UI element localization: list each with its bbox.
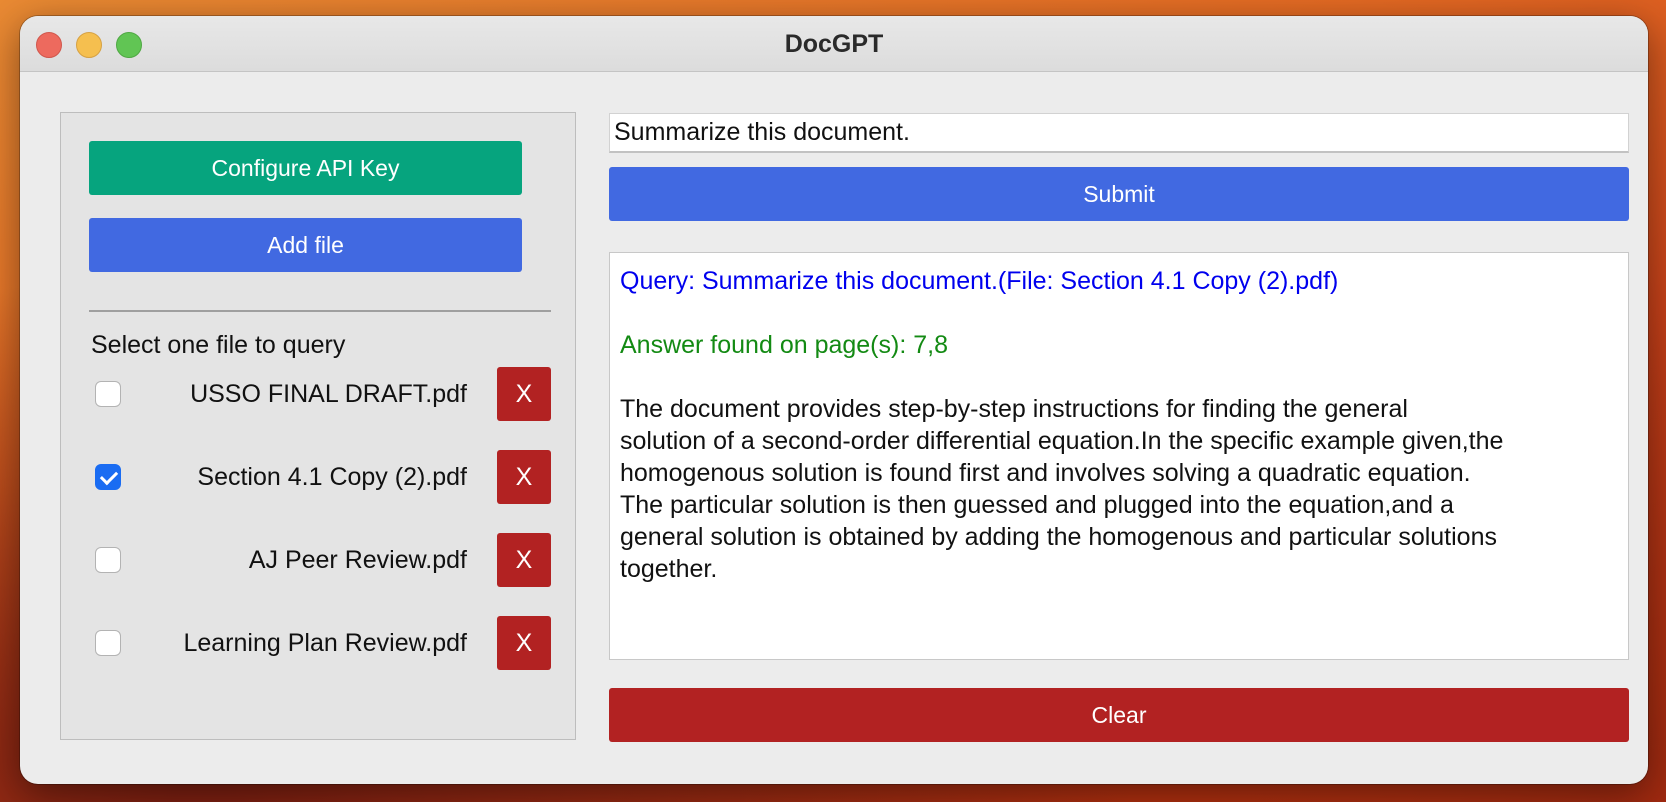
remove-file-button[interactable]: X xyxy=(497,616,551,670)
answer-line: The document provides step-by-step instr… xyxy=(620,395,1408,423)
file-checkbox[interactable] xyxy=(95,464,121,490)
select-file-label: Select one file to query xyxy=(91,331,346,359)
query-echo: Query: Summarize this document.(File: Se… xyxy=(620,267,1339,295)
file-checkbox[interactable] xyxy=(95,630,121,656)
answer-line: together. xyxy=(620,555,718,583)
file-row: Section 4.1 Copy (2).pdf X xyxy=(61,450,577,506)
answer-line: The particular solution is then guessed … xyxy=(620,491,1454,519)
clear-button[interactable]: Clear xyxy=(609,688,1629,742)
file-row: AJ Peer Review.pdf X xyxy=(61,533,577,589)
answer-line: solution of a second-order differential … xyxy=(620,427,1504,455)
file-panel: Configure API Key Add file Select one fi… xyxy=(60,112,576,740)
answer-line: homogenous solution is found first and i… xyxy=(620,459,1471,487)
query-input[interactable] xyxy=(609,113,1629,153)
answer-text: The document provides step-by-step instr… xyxy=(620,393,1618,585)
remove-file-button[interactable]: X xyxy=(497,533,551,587)
answer-pages: Answer found on page(s): 7,8 xyxy=(620,331,948,359)
window-title: DocGPT xyxy=(784,30,884,58)
add-file-button[interactable]: Add file xyxy=(89,218,522,272)
answer-output[interactable]: Query: Summarize this document.(File: Se… xyxy=(609,252,1629,660)
file-row: USSO FINAL DRAFT.pdf X xyxy=(61,367,577,423)
divider xyxy=(89,310,551,312)
file-name: USSO FINAL DRAFT.pdf xyxy=(190,380,467,408)
app-window: DocGPT Configure API Key Add file Select… xyxy=(20,16,1648,784)
file-name: AJ Peer Review.pdf xyxy=(248,546,467,574)
answer-line: general solution is obtained by adding t… xyxy=(620,523,1497,551)
file-name: Section 4.1 Copy (2).pdf xyxy=(197,463,467,491)
submit-button[interactable]: Submit xyxy=(609,167,1629,221)
title-bar: DocGPT xyxy=(20,16,1648,72)
configure-api-key-button[interactable]: Configure API Key xyxy=(89,141,522,195)
remove-file-button[interactable]: X xyxy=(497,450,551,504)
file-checkbox[interactable] xyxy=(95,547,121,573)
file-row: Learning Plan Review.pdf X xyxy=(61,616,577,672)
remove-file-button[interactable]: X xyxy=(497,367,551,421)
file-checkbox[interactable] xyxy=(95,381,121,407)
file-name: Learning Plan Review.pdf xyxy=(183,629,467,657)
